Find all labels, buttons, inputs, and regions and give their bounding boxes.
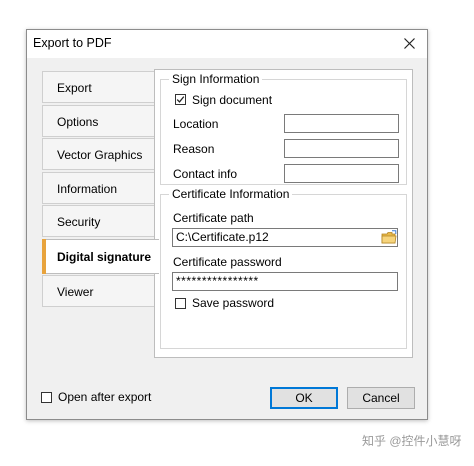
tab-label: Export — [57, 81, 92, 95]
tab-list: Export Options Vector Graphics Informati… — [42, 71, 159, 309]
tab-security[interactable]: Security — [42, 205, 154, 237]
save-password-label: Save password — [192, 296, 275, 310]
group-label: Certificate Information — [169, 187, 293, 201]
ok-button[interactable]: OK — [270, 387, 338, 409]
reason-field[interactable] — [284, 139, 399, 158]
save-password-checkbox[interactable] — [175, 298, 186, 309]
location-field[interactable] — [284, 114, 399, 133]
watermark: 知乎 @控件小慧呀 — [362, 434, 462, 448]
checkmark-icon — [176, 96, 185, 103]
certificate-path-label: Certificate path — [173, 211, 254, 225]
browse-button[interactable] — [381, 230, 397, 245]
export-to-pdf-dialog: Export to PDF Export Options Vector Grap… — [26, 29, 428, 420]
reason-label: Reason — [173, 142, 215, 156]
tab-export[interactable]: Export — [42, 71, 154, 103]
tab-label: Viewer — [57, 285, 94, 299]
tab-options[interactable]: Options — [42, 104, 154, 137]
tab-information[interactable]: Information — [42, 171, 154, 204]
sign-information-group: Sign Information Sign document Location … — [160, 72, 407, 185]
cancel-button[interactable]: Cancel — [347, 387, 415, 409]
title-bar: Export to PDF — [27, 30, 427, 58]
folder-icon — [381, 230, 397, 244]
close-icon — [404, 38, 415, 49]
digital-signature-panel: Sign Information Sign document Location … — [154, 69, 413, 358]
certificate-path-field[interactable]: C:\Certificate.p12 — [172, 228, 398, 247]
group-label: Sign Information — [169, 72, 263, 86]
tab-label: Options — [57, 114, 99, 129]
location-label: Location — [173, 117, 219, 131]
tab-digital-signature[interactable]: Digital signature — [42, 238, 159, 274]
contact-info-label: Contact info — [173, 167, 238, 181]
tab-label: Security — [57, 215, 101, 229]
tab-viewer[interactable]: Viewer — [42, 275, 154, 307]
sign-document-checkbox[interactable] — [175, 94, 186, 105]
contact-info-field[interactable] — [284, 164, 399, 183]
window-title: Export to PDF — [33, 36, 112, 50]
tab-label: Digital signature — [57, 249, 152, 264]
tab-vector-graphics[interactable]: Vector Graphics — [42, 138, 154, 170]
close-button[interactable] — [393, 30, 427, 58]
tab-label: Information — [57, 181, 118, 196]
sign-document-label: Sign document — [192, 93, 273, 107]
tab-label: Vector Graphics — [57, 148, 143, 162]
open-after-export-checkbox[interactable] — [41, 392, 52, 403]
certificate-password-field[interactable]: **************** — [172, 272, 398, 291]
open-after-export-label: Open after export — [58, 390, 152, 404]
certificate-information-group: Certificate Information Certificate path… — [160, 187, 407, 349]
certificate-password-label: Certificate password — [173, 255, 282, 269]
